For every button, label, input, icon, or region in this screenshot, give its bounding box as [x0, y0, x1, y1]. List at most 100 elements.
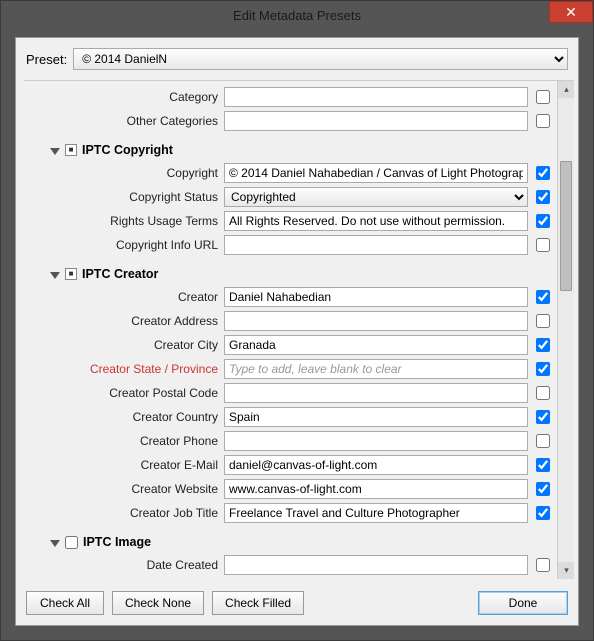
rights-usage-input[interactable]: [224, 211, 528, 231]
field-row-creator-city: Creator City: [24, 333, 556, 357]
field-label: Copyright: [24, 166, 224, 180]
field-label: Creator Address: [24, 314, 224, 328]
field-row-creator-address: Creator Address: [24, 309, 556, 333]
creator-postal-checkbox[interactable]: [536, 386, 550, 400]
field-row-other-categories: Other Categories: [24, 109, 556, 133]
field-label: Rights Usage Terms: [24, 214, 224, 228]
window-title: Edit Metadata Presets: [233, 8, 361, 23]
field-row-copyright-status: Copyright Status Copyrighted: [24, 185, 556, 209]
creator-country-checkbox[interactable]: [536, 410, 550, 424]
preset-select[interactable]: © 2014 DanielN: [73, 48, 568, 70]
section-header-iptc-creator[interactable]: IPTC Creator: [24, 257, 556, 285]
fields-scroll-area: Category Other Categories IPTC Copyright…: [24, 80, 574, 579]
close-icon: ✕: [565, 4, 577, 21]
copyright-info-url-input[interactable]: [224, 235, 528, 255]
field-label: Creator E-Mail: [24, 458, 224, 472]
section-tristate-checkbox[interactable]: [65, 144, 77, 156]
check-none-button[interactable]: Check None: [112, 591, 204, 615]
field-label: Copyright Status: [24, 190, 224, 204]
titlebar: Edit Metadata Presets ✕: [1, 1, 593, 29]
copyright-status-select[interactable]: Copyrighted: [224, 187, 528, 207]
field-row-creator-phone: Creator Phone: [24, 429, 556, 453]
field-row-creator-website: Creator Website: [24, 477, 556, 501]
copyright-status-checkbox[interactable]: [536, 190, 550, 204]
section-title: IPTC Copyright: [82, 143, 173, 157]
creator-city-checkbox[interactable]: [536, 338, 550, 352]
disclosure-triangle-icon: [50, 540, 60, 547]
field-label: Creator Phone: [24, 434, 224, 448]
field-label: Copyright Info URL: [24, 238, 224, 252]
creator-city-input[interactable]: [224, 335, 528, 355]
field-row-copyright-info-url: Copyright Info URL: [24, 233, 556, 257]
scrollbar-thumb[interactable]: [560, 161, 572, 291]
creator-phone-input[interactable]: [224, 431, 528, 451]
field-row-date-created: Date Created: [24, 553, 556, 577]
check-filled-button[interactable]: Check Filled: [212, 591, 304, 615]
field-label: Creator Country: [24, 410, 224, 424]
creator-email-checkbox[interactable]: [536, 458, 550, 472]
other-categories-input[interactable]: [224, 111, 528, 131]
field-row-category: Category: [24, 85, 556, 109]
section-tristate-checkbox[interactable]: [65, 268, 77, 280]
section-title: IPTC Creator: [82, 267, 158, 281]
fields-content: Category Other Categories IPTC Copyright…: [24, 81, 556, 579]
field-row-intellectual-genre: Intellectual Genre: [24, 577, 556, 579]
field-row-copyright: Copyright: [24, 161, 556, 185]
disclosure-triangle-icon: [50, 272, 60, 279]
creator-website-input[interactable]: [224, 479, 528, 499]
button-row: Check All Check None Check Filled Done: [26, 591, 568, 615]
field-label: Creator City: [24, 338, 224, 352]
field-row-creator-email: Creator E-Mail: [24, 453, 556, 477]
copyright-input[interactable]: [224, 163, 528, 183]
other-categories-checkbox[interactable]: [536, 114, 550, 128]
creator-country-input[interactable]: [224, 407, 528, 427]
field-label: Creator Website: [24, 482, 224, 496]
field-row-creator-country: Creator Country: [24, 405, 556, 429]
creator-postal-input[interactable]: [224, 383, 528, 403]
copyright-checkbox[interactable]: [536, 166, 550, 180]
field-label: Category: [24, 90, 224, 104]
section-header-iptc-image[interactable]: IPTC Image: [24, 525, 556, 553]
field-label: Creator State / Province: [24, 362, 224, 376]
field-label: Creator: [24, 290, 224, 304]
category-checkbox[interactable]: [536, 90, 550, 104]
edit-metadata-presets-window: Edit Metadata Presets ✕ Preset: © 2014 D…: [0, 0, 594, 641]
field-row-creator: Creator: [24, 285, 556, 309]
creator-email-input[interactable]: [224, 455, 528, 475]
date-created-checkbox[interactable]: [536, 558, 550, 572]
preset-label: Preset:: [26, 52, 67, 67]
section-checkbox[interactable]: [65, 536, 78, 549]
field-label: Date Created: [24, 558, 224, 572]
field-row-rights-usage: Rights Usage Terms: [24, 209, 556, 233]
preset-row: Preset: © 2014 DanielN: [16, 38, 578, 78]
section-title: IPTC Image: [83, 535, 151, 549]
creator-job-title-input[interactable]: [224, 503, 528, 523]
disclosure-triangle-icon: [50, 148, 60, 155]
copyright-info-url-checkbox[interactable]: [536, 238, 550, 252]
section-header-iptc-copyright[interactable]: IPTC Copyright: [24, 133, 556, 161]
creator-state-checkbox[interactable]: [536, 362, 550, 376]
date-created-input[interactable]: [224, 555, 528, 575]
category-input[interactable]: [224, 87, 528, 107]
creator-address-checkbox[interactable]: [536, 314, 550, 328]
creator-input[interactable]: [224, 287, 528, 307]
dialog-panel: Preset: © 2014 DanielN Category Other Ca…: [15, 37, 579, 626]
creator-state-input[interactable]: [224, 359, 528, 379]
field-row-creator-state: Creator State / Province: [24, 357, 556, 381]
rights-usage-checkbox[interactable]: [536, 214, 550, 228]
creator-phone-checkbox[interactable]: [536, 434, 550, 448]
scroll-down-icon[interactable]: ▾: [558, 562, 574, 579]
creator-address-input[interactable]: [224, 311, 528, 331]
check-all-button[interactable]: Check All: [26, 591, 104, 615]
close-button[interactable]: ✕: [549, 1, 593, 23]
scroll-up-icon[interactable]: ▴: [558, 81, 574, 98]
field-row-creator-job-title: Creator Job Title: [24, 501, 556, 525]
creator-checkbox[interactable]: [536, 290, 550, 304]
creator-job-title-checkbox[interactable]: [536, 506, 550, 520]
field-row-creator-postal: Creator Postal Code: [24, 381, 556, 405]
vertical-scrollbar[interactable]: ▴ ▾: [557, 81, 574, 579]
done-button[interactable]: Done: [478, 591, 568, 615]
field-label: Creator Postal Code: [24, 386, 224, 400]
creator-website-checkbox[interactable]: [536, 482, 550, 496]
field-label: Creator Job Title: [24, 506, 224, 520]
